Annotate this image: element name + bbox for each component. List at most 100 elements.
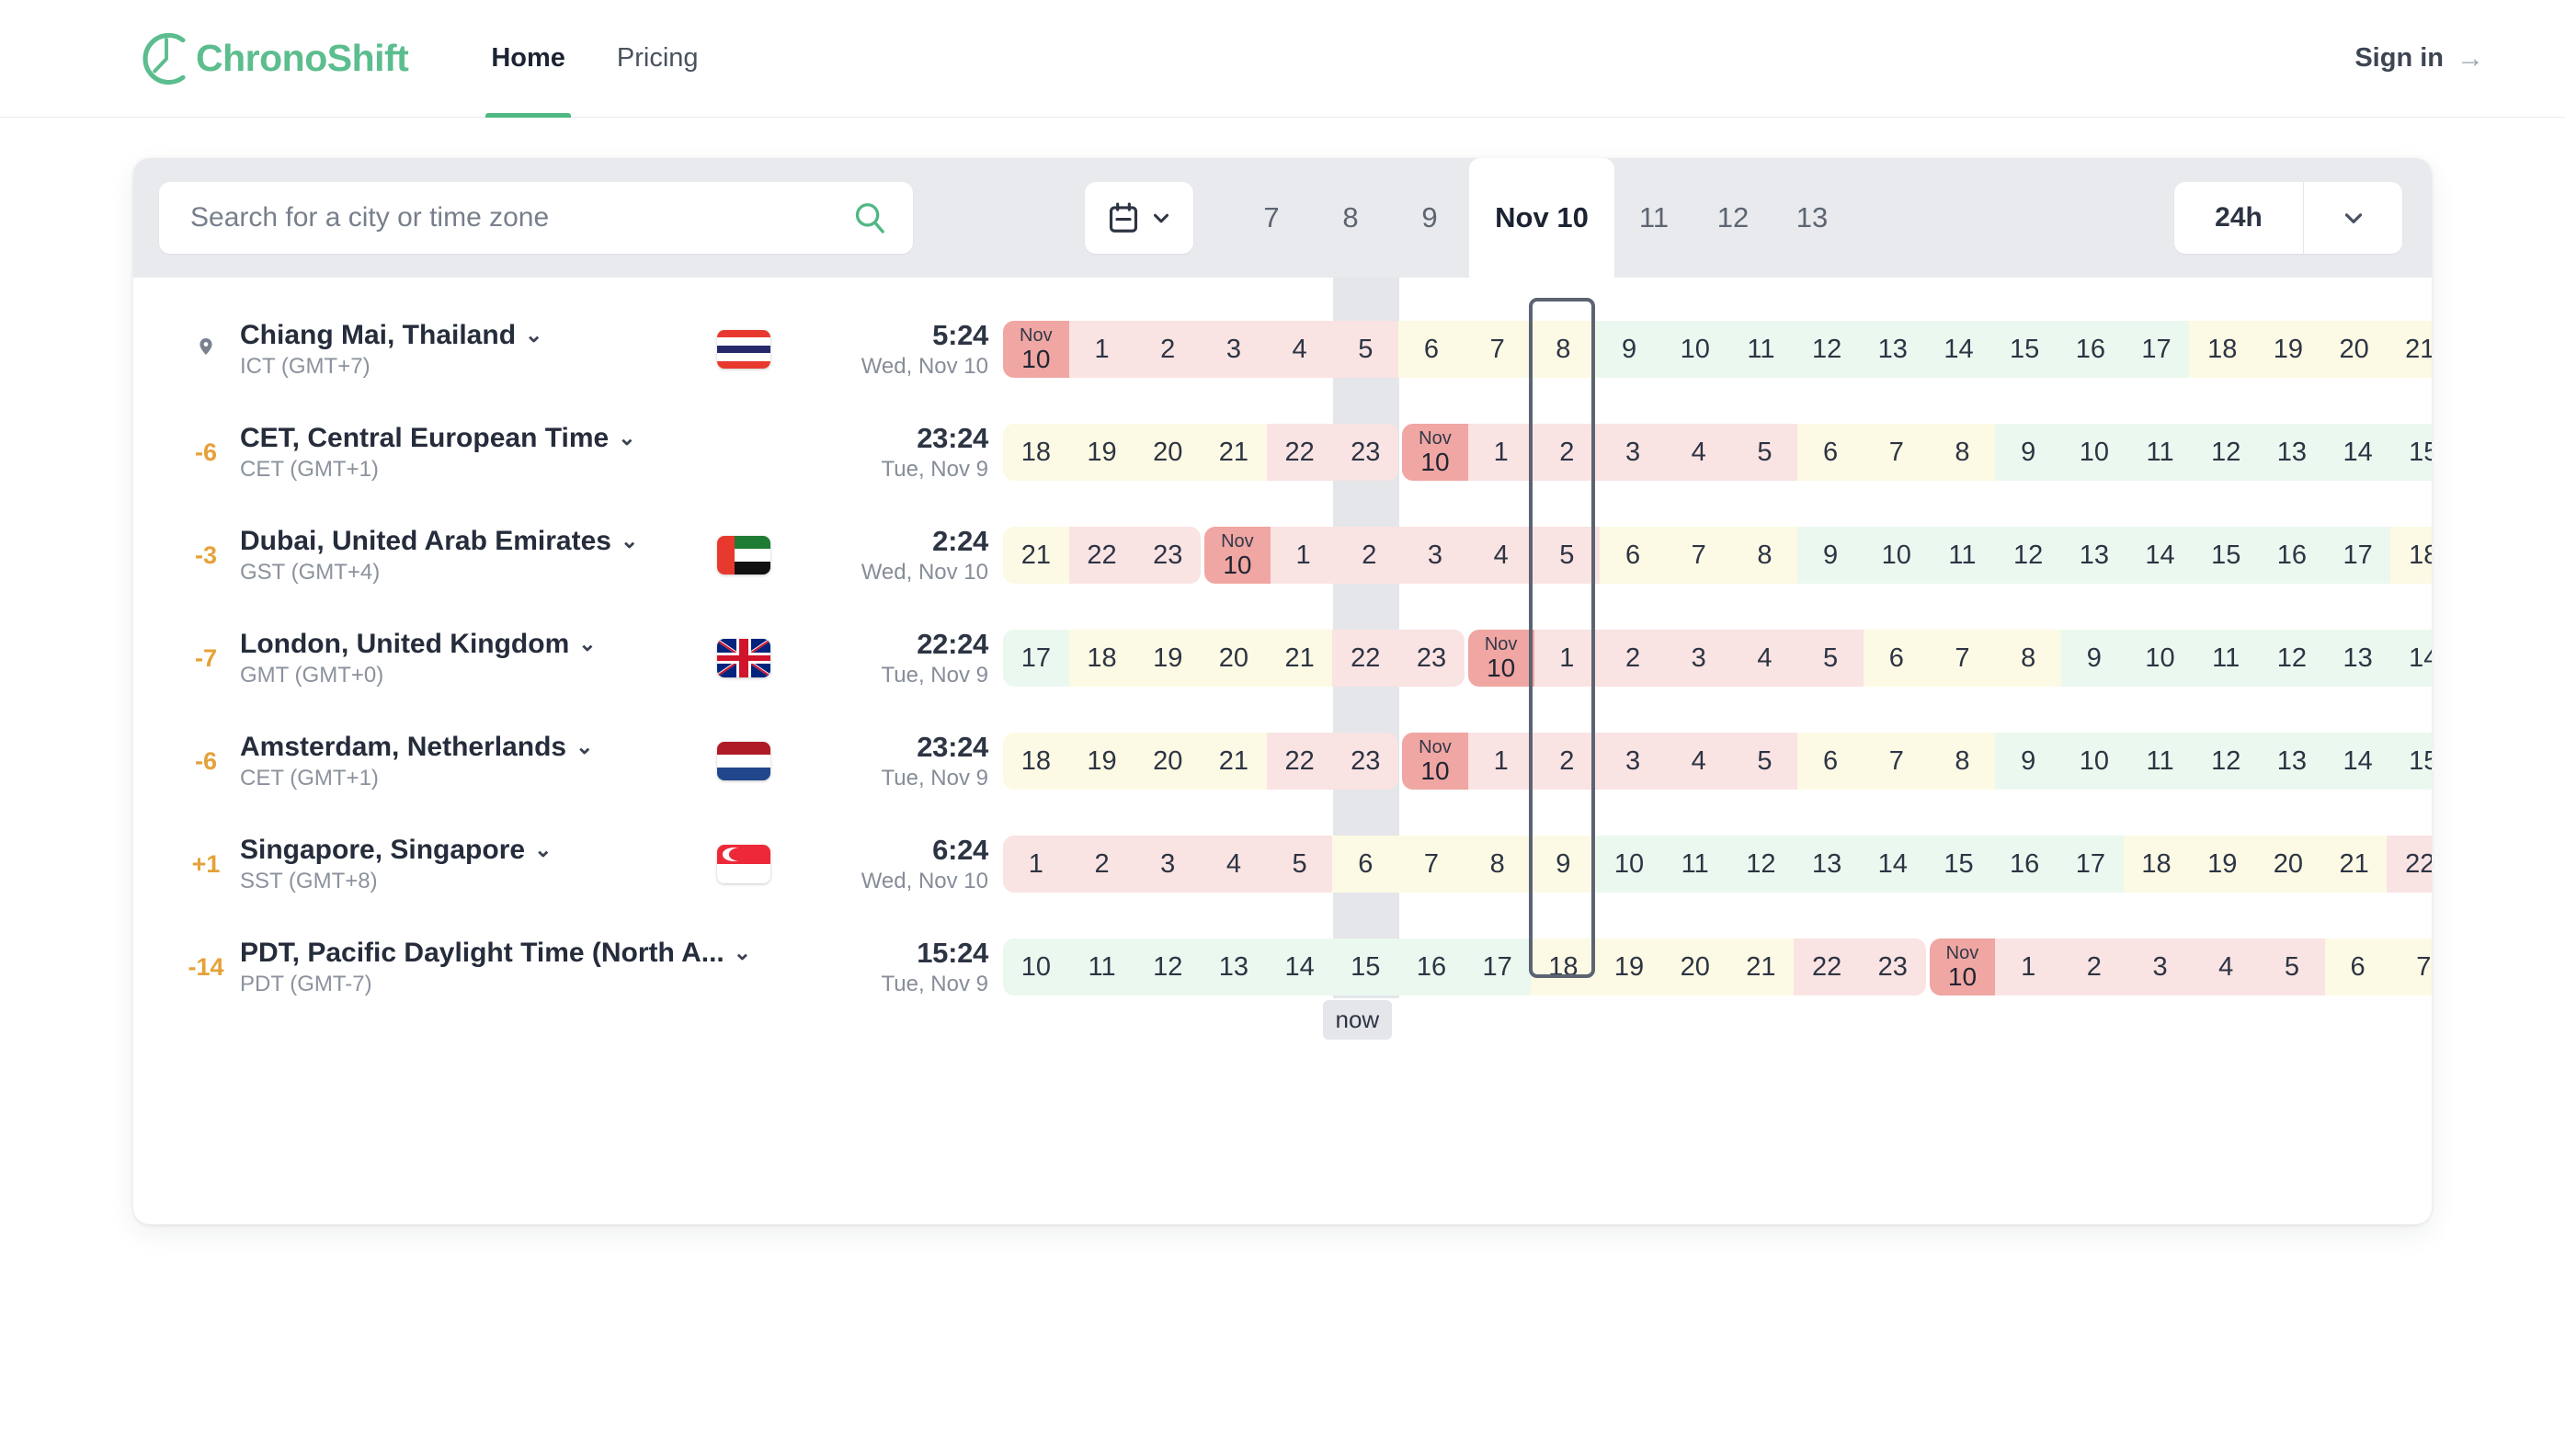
hour-cell[interactable]: 4	[2193, 938, 2260, 995]
hour-cell[interactable]: 18	[1003, 733, 1069, 790]
hour-cell[interactable]: 19	[1596, 938, 1662, 995]
day-tab-7[interactable]: 7	[1232, 158, 1311, 278]
day-boundary-cell[interactable]: Nov 10	[1467, 630, 1534, 687]
hour-cell[interactable]: 17	[2123, 321, 2190, 378]
hour-cell[interactable]: 20	[1134, 424, 1202, 481]
hour-cell[interactable]: 6	[1398, 321, 1465, 378]
hour-cell[interactable]: 15	[1332, 938, 1399, 995]
hour-cell[interactable]: 15	[2390, 733, 2432, 790]
hour-cell[interactable]: 5	[1533, 527, 1601, 584]
time-format-value[interactable]: 24h	[2174, 182, 2303, 254]
hour-cell[interactable]: 3	[1665, 630, 1732, 687]
sign-in-button[interactable]: Sign in →	[2354, 43, 2510, 74]
hour-cell[interactable]: 10	[1863, 527, 1930, 584]
hour-cell[interactable]: 23	[1332, 733, 1399, 790]
day-tab-11[interactable]: 11	[1614, 158, 1693, 278]
hour-cell[interactable]: 2	[1600, 630, 1666, 687]
hour-cell[interactable]: 1	[1003, 836, 1069, 893]
hour-cell[interactable]: 5	[1266, 836, 1333, 893]
hour-cell[interactable]: 1	[1270, 527, 1337, 584]
hour-cell[interactable]: 12	[1794, 321, 1860, 378]
hour-cell[interactable]: 7	[2390, 938, 2432, 995]
hour-cell[interactable]: 5	[1332, 321, 1399, 378]
hour-cell[interactable]: 6	[1797, 424, 1864, 481]
hour-cell[interactable]: 11	[1727, 321, 1795, 378]
hour-cell[interactable]: 19	[1068, 733, 1135, 790]
hour-cell[interactable]: 7	[1665, 527, 1732, 584]
nav-link-pricing[interactable]: Pricing	[591, 0, 724, 118]
hour-cell[interactable]: 2	[1533, 424, 1601, 481]
hour-cell[interactable]: 16	[2259, 527, 2325, 584]
hour-cell[interactable]: 6	[2324, 938, 2391, 995]
hour-cell[interactable]: 14	[2324, 733, 2391, 790]
hour-cell[interactable]: 21	[1201, 733, 1267, 790]
hour-cell[interactable]: 8	[1530, 321, 1597, 378]
hour-cell[interactable]: 7	[1863, 733, 1930, 790]
hour-cell[interactable]: 4	[1201, 836, 1267, 893]
day-boundary-cell[interactable]: Nov 10	[1402, 424, 1468, 481]
hour-cell[interactable]: 14	[1925, 321, 1992, 378]
hour-cell[interactable]: 23	[1134, 527, 1202, 584]
hour-cell[interactable]: 21	[1727, 938, 1795, 995]
hour-cell[interactable]: 15	[1991, 321, 2058, 378]
hour-cell[interactable]: 23	[1859, 938, 1926, 995]
hour-cell[interactable]: 2	[1533, 733, 1601, 790]
hour-cell[interactable]: 22	[1332, 630, 1399, 687]
hour-cell[interactable]: 12	[2193, 733, 2260, 790]
hour-cell[interactable]: 6	[1332, 836, 1399, 893]
hour-cell[interactable]: 20	[1134, 733, 1202, 790]
hour-cell[interactable]: 1	[1533, 630, 1601, 687]
hour-cell[interactable]: 16	[2058, 321, 2124, 378]
hour-cell[interactable]: 21	[1266, 630, 1333, 687]
day-tab-13[interactable]: 13	[1773, 158, 1852, 278]
hour-cell[interactable]: 13	[2061, 527, 2127, 584]
search-input[interactable]	[159, 182, 913, 254]
hour-cell[interactable]: 9	[1596, 321, 1662, 378]
hour-cell[interactable]: 17	[1464, 938, 1531, 995]
hour-cell[interactable]: 8	[1929, 733, 1996, 790]
city-selector[interactable]: London, United Kingdom ⌄	[240, 629, 597, 660]
hour-cell[interactable]: 11	[2126, 424, 2194, 481]
hour-cell[interactable]: 2	[1336, 527, 1403, 584]
hour-cell[interactable]: 13	[1794, 836, 1860, 893]
hour-cell[interactable]: 14	[2126, 527, 2194, 584]
hour-cell[interactable]: 9	[1995, 424, 2061, 481]
time-format-dropdown-button[interactable]	[2303, 182, 2402, 254]
hour-cell[interactable]: 19	[1134, 630, 1202, 687]
hour-cell[interactable]: 9	[2061, 630, 2127, 687]
hour-cell[interactable]: 10	[2061, 733, 2127, 790]
hour-cell[interactable]: 12	[1727, 836, 1795, 893]
hour-cell[interactable]: 4	[1665, 424, 1732, 481]
hour-cell[interactable]: 21	[1003, 527, 1069, 584]
day-boundary-cell[interactable]: Nov 10	[1003, 321, 1069, 378]
hour-cell[interactable]: 19	[2255, 321, 2321, 378]
hour-cell[interactable]: 20	[1661, 938, 1728, 995]
hour-cell[interactable]: 4	[1467, 527, 1534, 584]
city-selector[interactable]: Amsterdam, Netherlands ⌄	[240, 732, 593, 763]
hour-cell[interactable]: 11	[1068, 938, 1135, 995]
hour-cell[interactable]: 14	[2324, 424, 2391, 481]
hour-cell[interactable]: 12	[2259, 630, 2325, 687]
hour-cell[interactable]: 13	[2259, 733, 2325, 790]
hour-cell[interactable]: 19	[1068, 424, 1135, 481]
hour-cell[interactable]: 11	[2126, 733, 2194, 790]
hour-cell[interactable]: 20	[2320, 321, 2388, 378]
hour-cell[interactable]: 14	[1859, 836, 1926, 893]
hour-cell[interactable]: 12	[1134, 938, 1202, 995]
hour-cell[interactable]: 15	[1925, 836, 1992, 893]
hour-cell[interactable]: 6	[1600, 527, 1666, 584]
hour-cell[interactable]: 5	[1731, 733, 1798, 790]
hour-cell[interactable]: 3	[1600, 733, 1666, 790]
hour-cell[interactable]: 10	[1661, 321, 1728, 378]
time-format-selector[interactable]: 24h	[2174, 182, 2402, 254]
hour-cell[interactable]: 3	[1402, 527, 1468, 584]
hour-cell[interactable]: 7	[1863, 424, 1930, 481]
hour-cell[interactable]: 9	[1797, 527, 1864, 584]
hour-cell[interactable]: 10	[1596, 836, 1662, 893]
hour-cell[interactable]: 11	[1661, 836, 1728, 893]
search-box[interactable]	[159, 182, 913, 254]
hour-cell[interactable]: 12	[2193, 424, 2260, 481]
hour-cell[interactable]: 5	[1797, 630, 1864, 687]
hour-cell[interactable]: 13	[1201, 938, 1267, 995]
hour-cell[interactable]: 7	[1398, 836, 1465, 893]
